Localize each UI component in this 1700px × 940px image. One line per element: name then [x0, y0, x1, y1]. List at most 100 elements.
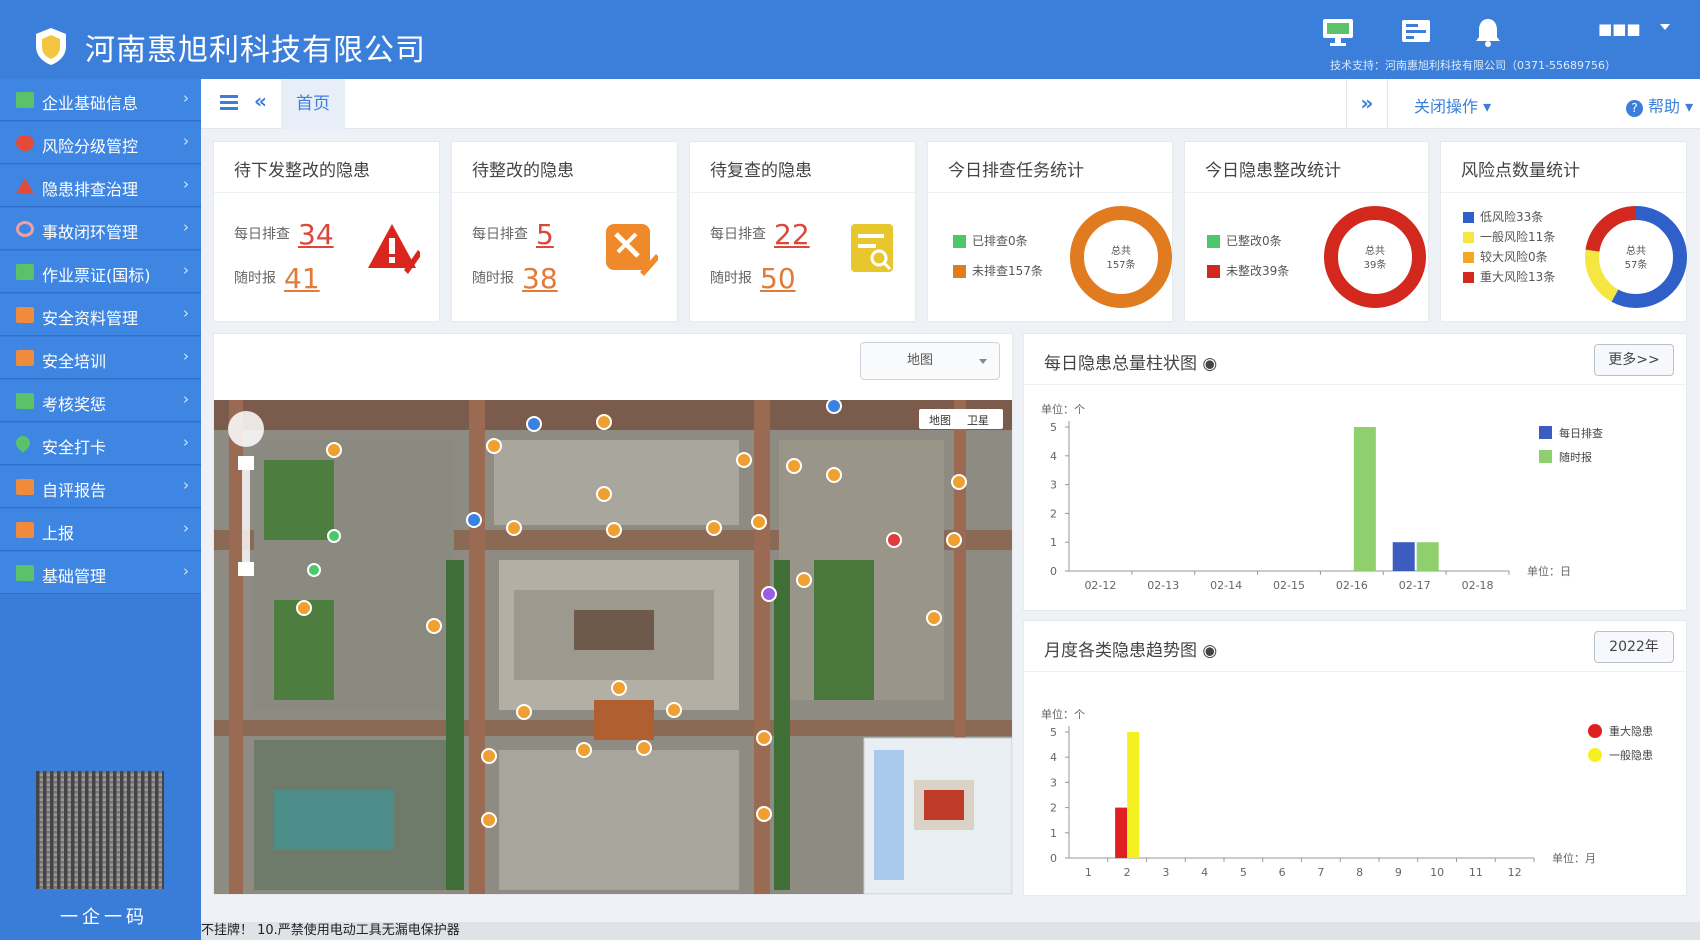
x-tick-label: 02-13 [1147, 579, 1179, 592]
chevron-right-icon: › [183, 175, 189, 193]
legend-major: 重大风险13条 [1463, 268, 1555, 285]
donut-slice-todo [1070, 206, 1172, 308]
document-search-icon [851, 224, 893, 272]
card-title: 今日隐患整改统计 [1205, 161, 1341, 181]
settings-grid-icon [16, 565, 34, 581]
tab-home[interactable]: 首页 [281, 79, 345, 129]
x-tick-label: 5 [1240, 866, 1247, 879]
sidebar-item-checkin[interactable]: 安全打卡 › [0, 423, 201, 465]
app-header: 河南惠旭利科技有限公司 ■■■ 技术支持：河南惠旭利科技有限公司（0371-55… [0, 0, 1700, 79]
stat-random-value[interactable]: 41 [284, 262, 320, 295]
x-unit-label: 单位：日 [1527, 564, 1571, 578]
y-tick-label: 3 [1050, 776, 1057, 789]
scroll-right-icon[interactable]: » [1346, 79, 1388, 129]
year-select-button[interactable]: 2022年 [1594, 631, 1674, 663]
sidebar-item-work-ticket[interactable]: 作业票证(国标) › [0, 251, 201, 293]
eye-icon: ◉ [1202, 641, 1218, 661]
training-icon [16, 350, 34, 366]
legend-low: 低风险33条 [1463, 208, 1543, 225]
sidebar-item-self-report[interactable]: 自评报告 › [0, 466, 201, 508]
legend-swatch [1539, 450, 1552, 463]
stat-random-value[interactable]: 38 [522, 262, 558, 295]
sidebar-item-safety-docs[interactable]: 安全资料管理 › [0, 294, 201, 336]
sidebar-item-label: 风险分级管控 [42, 137, 139, 156]
stat-daily-check: 每日排查 34 [234, 218, 334, 251]
x-unit-label: 单位：月 [1552, 851, 1596, 865]
terminal-icon[interactable] [1398, 14, 1434, 50]
legend-done: 已排查0条 [953, 232, 1028, 249]
close-operations-dropdown[interactable]: 关闭操作 ▾ [1414, 93, 1491, 117]
sidebar-item-label: 隐患排查治理 [42, 180, 139, 199]
monitor-icon[interactable] [1320, 14, 1356, 50]
sidebar-item-upload[interactable]: 上报 › [0, 509, 201, 551]
card-title: 今日排查任务统计 [948, 161, 1084, 181]
shield-risk-icon [16, 135, 34, 151]
y-unit-label: 单位：个 [1041, 707, 1085, 721]
qr-code [36, 771, 164, 889]
donut-center-value: 39条 [1364, 258, 1387, 271]
card-today-rectify: 今日隐患整改统计 已整改0条 未整改39条 总共 39条 [1184, 141, 1429, 322]
stat-random-value[interactable]: 50 [760, 262, 796, 295]
stat-daily-check: 每日排查 5 [472, 218, 554, 251]
x-tick-label: 9 [1395, 866, 1402, 879]
bar [1353, 427, 1376, 571]
menu-toggle-icon[interactable] [220, 95, 238, 111]
x-tick-label: 3 [1162, 866, 1169, 879]
chevron-down-icon[interactable] [1660, 24, 1670, 30]
sidebar-item-label: 自评报告 [42, 481, 107, 500]
stat-random-report: 随时报 41 [234, 262, 320, 295]
more-button[interactable]: 更多>> [1594, 344, 1674, 376]
sidebar-item-risk-control[interactable]: 风险分级管控 › [0, 122, 201, 164]
stat-daily-value[interactable]: 5 [536, 218, 554, 251]
map-mode-satellite-button[interactable]: 卫星 [967, 412, 989, 428]
legend-todo: 未排查157条 [953, 262, 1043, 279]
card-title: 待下发整改的隐患 [234, 161, 370, 181]
chevron-right-icon: › [183, 562, 189, 580]
map-type-value: 地图 [907, 353, 934, 368]
support-info: 技术支持：河南惠旭利科技有限公司（0371-55689756） [1330, 59, 1616, 72]
donut-center-value: 57条 [1625, 258, 1648, 271]
sidebar-item-safety-training[interactable]: 安全培训 › [0, 337, 201, 379]
map-type-select[interactable]: 地图 [860, 342, 1000, 380]
x-tick-label: 6 [1279, 866, 1286, 879]
bell-icon[interactable] [1470, 14, 1506, 50]
sidebar-item-label: 安全打卡 [42, 438, 107, 457]
bar [1416, 542, 1439, 571]
legend-todo: 未整改39条 [1207, 262, 1289, 279]
stat-daily-value[interactable]: 34 [298, 218, 334, 251]
satellite-map[interactable]: 地图 卫星 [214, 400, 1012, 894]
map-panel: 地图 地图 卫星 [213, 333, 1013, 895]
x-tick-label: 02-16 [1336, 579, 1368, 592]
chevron-right-icon: › [183, 433, 189, 451]
legend-label: 每日排查 [1559, 426, 1603, 440]
legend-general: 一般风险11条 [1463, 228, 1555, 245]
sidebar: 企业基础信息 › 风险分级管控 › 隐患排查治理 › 事故闭环管理 › 作业票证… [0, 79, 201, 940]
x-tick-label: 02-15 [1273, 579, 1305, 592]
donut-center-label: 总共 [1111, 244, 1131, 257]
sidebar-item-label: 考核奖惩 [42, 395, 107, 414]
sidebar-item-label: 企业基础信息 [42, 94, 139, 113]
user-menu[interactable]: ■■■ [1598, 20, 1641, 38]
legend-label: 随时报 [1559, 450, 1592, 464]
folder-icon [16, 307, 34, 323]
map-mode-map-button[interactable]: 地图 [929, 412, 951, 428]
donut-chart-check: 总共 157条 [1070, 206, 1172, 308]
sidebar-item-hazard-check[interactable]: 隐患排查治理 › [0, 165, 201, 207]
y-tick-label: 3 [1050, 479, 1057, 492]
chevron-right-icon: › [183, 132, 189, 150]
chevron-right-icon: › [183, 89, 189, 107]
card-title: 待整改的隐患 [472, 161, 574, 181]
chevron-right-icon: › [183, 476, 189, 494]
x-tick-label: 02-14 [1210, 579, 1242, 592]
sidebar-item-accident-loop[interactable]: 事故闭环管理 › [0, 208, 201, 250]
sidebar-item-basic-mgmt[interactable]: 基础管理 › [0, 552, 201, 594]
legend-done: 已整改0条 [1207, 232, 1282, 249]
scroll-left-icon[interactable]: « [254, 89, 267, 113]
sidebar-item-assessment[interactable]: 考核奖惩 › [0, 380, 201, 422]
help-dropdown[interactable]: ? 帮助 ▾ [1626, 93, 1693, 117]
sidebar-item-company-info[interactable]: 企业基础信息 › [0, 79, 201, 121]
stat-daily-value[interactable]: 22 [774, 218, 810, 251]
chart-monthly-trend: 月度各类隐患趋势图 ◉ 2022年 单位：个 0 1 2 3 4 5 1 2 3 4 5 6 7 8 9 10 1… [1023, 620, 1687, 896]
donut-center-value: 157条 [1106, 258, 1135, 271]
card-pending-review: 待复查的隐患 每日排查 22 随时报 50 [689, 141, 916, 322]
